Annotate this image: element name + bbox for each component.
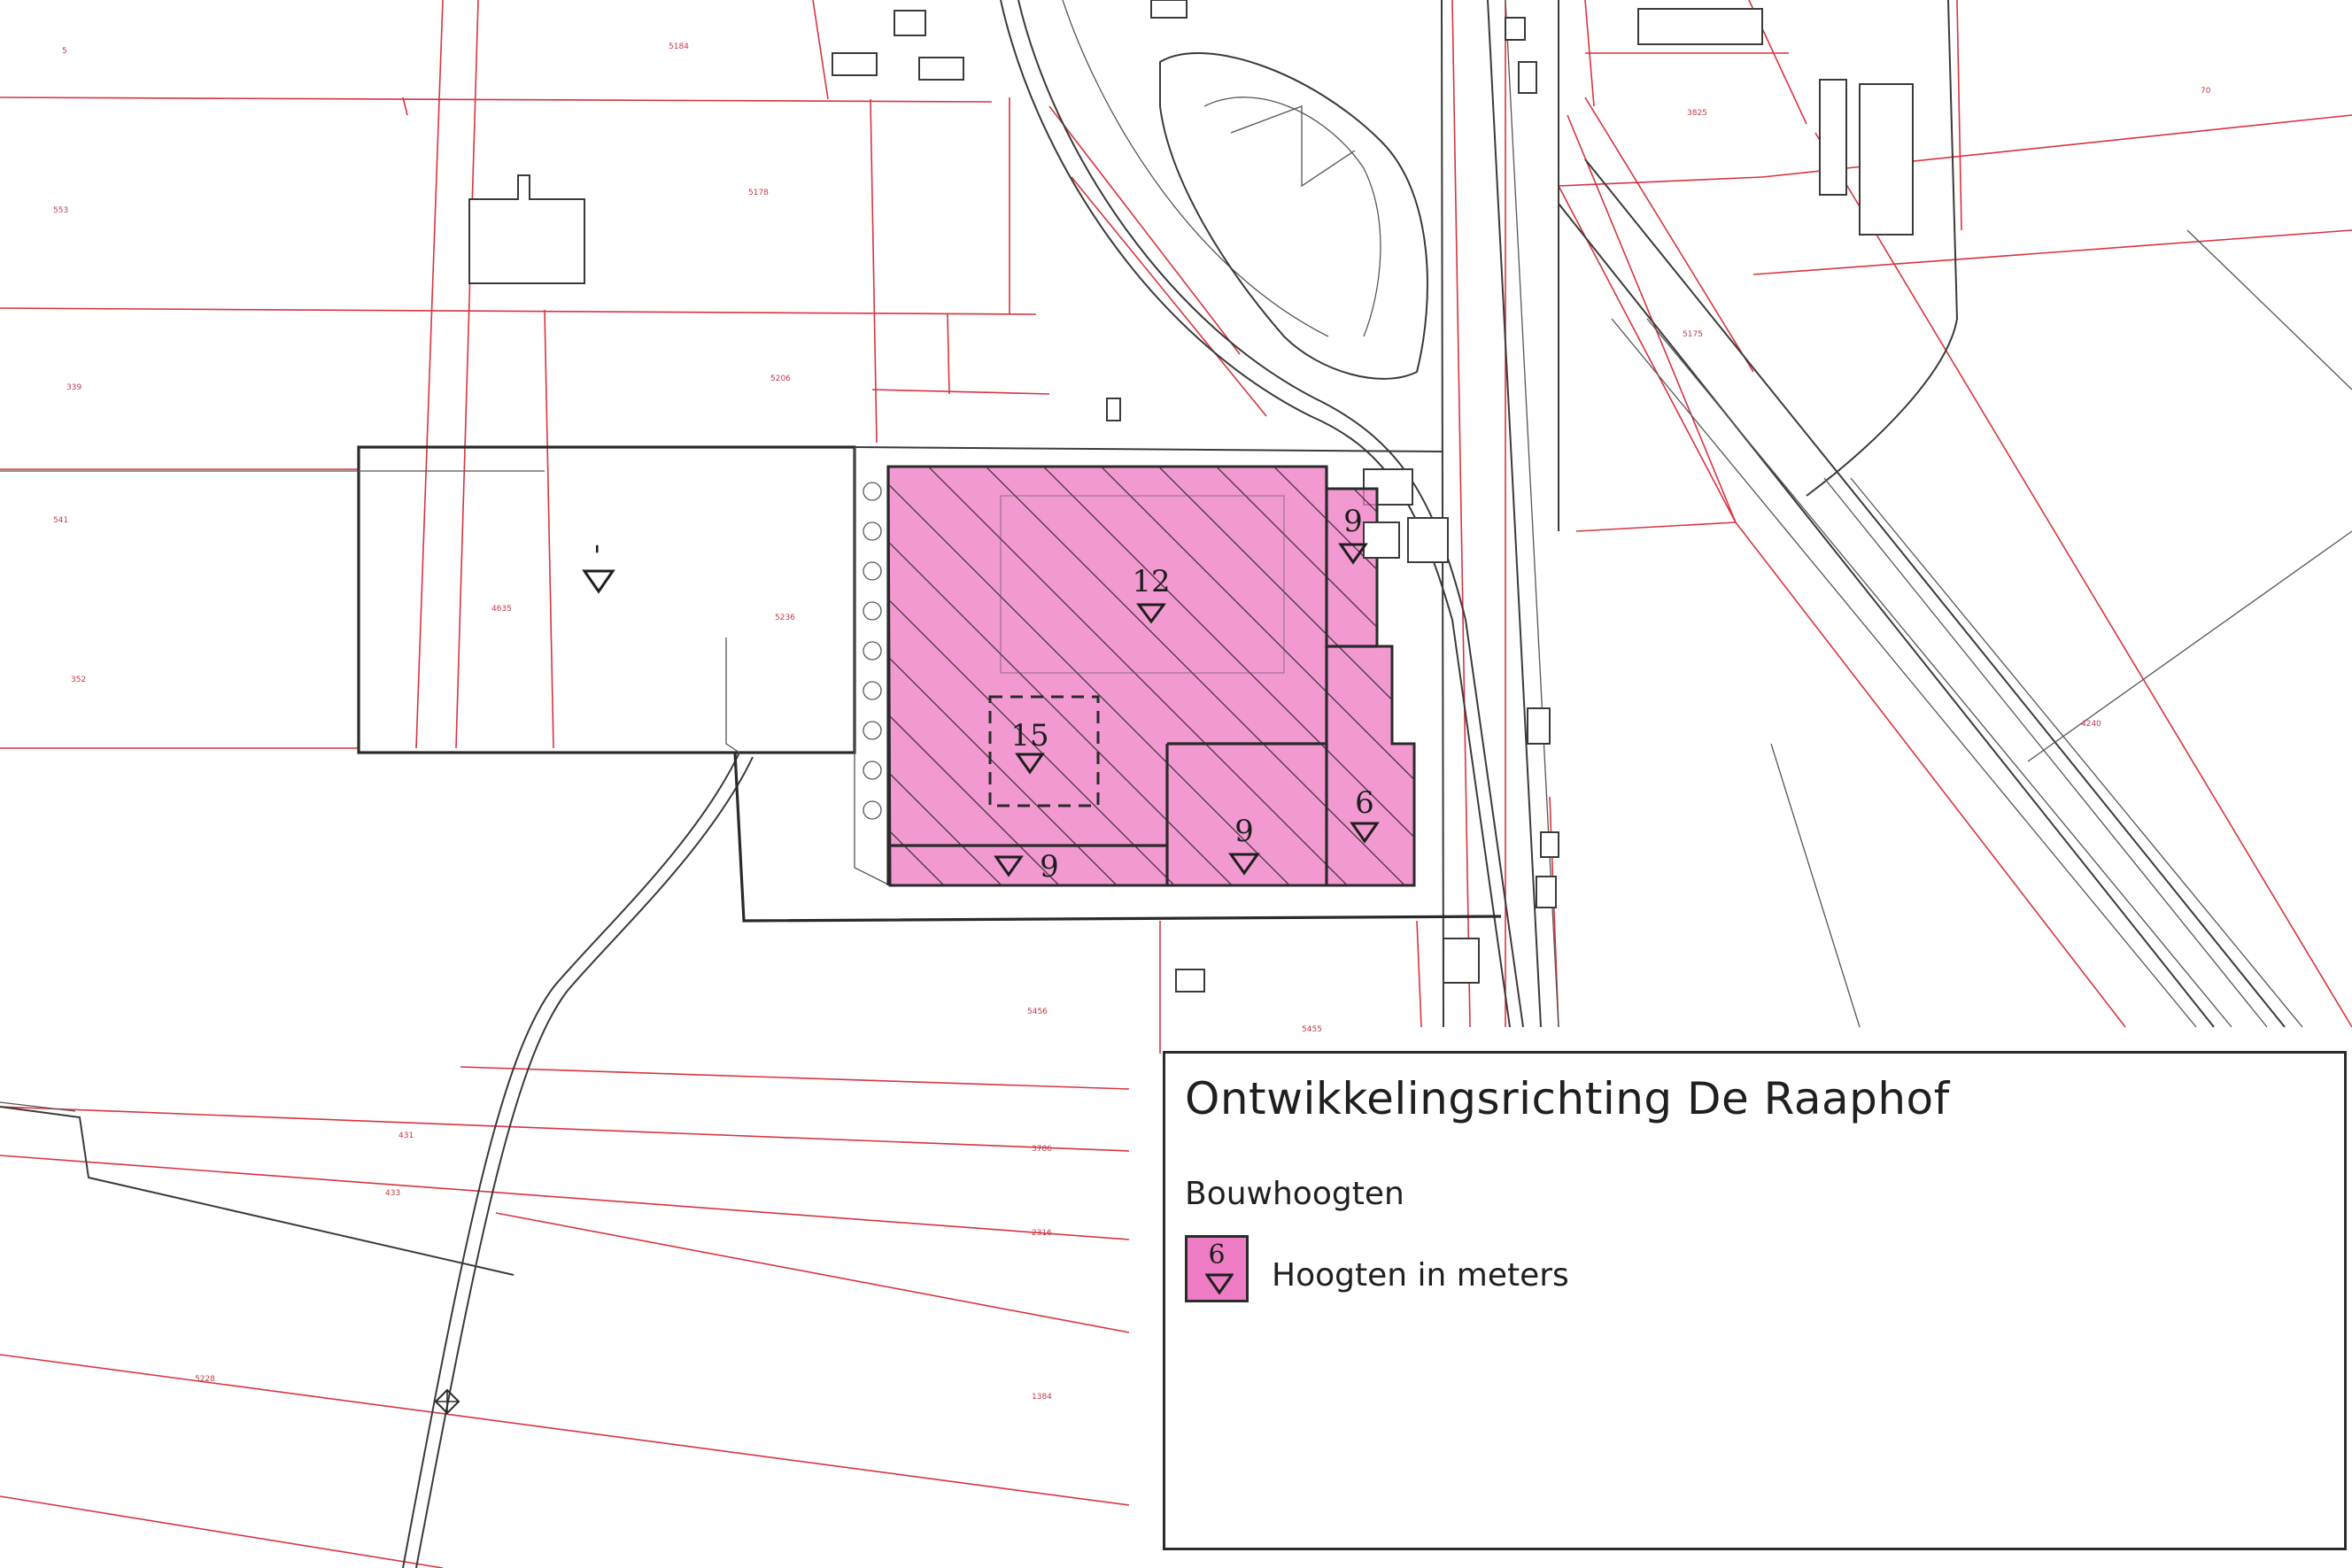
triangle-down-icon	[1205, 1273, 1234, 1294]
height-label-se: 6	[1355, 785, 1374, 821]
height-marker-west: -	[581, 544, 616, 594]
legend-swatch-value: 6	[1208, 1240, 1226, 1271]
svg-text:70: 70	[2201, 87, 2211, 96]
svg-text:4635: 4635	[491, 605, 512, 614]
svg-text:5206: 5206	[770, 375, 791, 383]
height-label-ne: 9	[1343, 504, 1363, 539]
svg-text:5: 5	[62, 47, 67, 56]
map-legend: Ontwikkelingsrichting De Raaphof Bouwhoo…	[1163, 1051, 2347, 1550]
svg-text:3825: 3825	[1687, 109, 1707, 118]
svg-text:431: 431	[398, 1132, 414, 1140]
height-label-tower: 15	[1010, 718, 1048, 753]
survey-point-icon	[434, 1388, 460, 1415]
svg-text:5236: 5236	[775, 614, 795, 622]
height-label-south-center: 9	[1234, 814, 1254, 849]
height-label-west: -	[581, 544, 616, 554]
legend-subtitle: Bouwhoogten	[1185, 1176, 1404, 1212]
legend-title: Ontwikkelingsrichting De Raaphof	[1185, 1073, 1950, 1124]
svg-text:3786: 3786	[1032, 1145, 1052, 1154]
svg-text:5184: 5184	[669, 42, 689, 51]
svg-text:5456: 5456	[1027, 1008, 1048, 1016]
legend-swatch: 6	[1185, 1235, 1249, 1302]
svg-text:2316: 2316	[1032, 1229, 1052, 1238]
height-label-south-strip: 9	[1040, 849, 1059, 884]
svg-text:433: 433	[385, 1189, 400, 1198]
svg-text:352: 352	[71, 676, 86, 684]
svg-text:5455: 5455	[1302, 1025, 1322, 1034]
legend-swatch-label: Hoogten in meters	[1272, 1257, 1569, 1294]
svg-text:1384: 1384	[1032, 1393, 1052, 1402]
svg-text:5228: 5228	[195, 1375, 215, 1384]
svg-text:339: 339	[66, 383, 81, 392]
svg-text:5175: 5175	[1683, 330, 1703, 339]
svg-text:553: 553	[53, 206, 68, 215]
svg-text:4240: 4240	[2081, 720, 2101, 729]
height-label-main: 12	[1132, 564, 1170, 599]
svg-text:541: 541	[53, 516, 68, 525]
svg-text:5178: 5178	[748, 189, 769, 197]
triangle-down-icon	[582, 569, 615, 594]
